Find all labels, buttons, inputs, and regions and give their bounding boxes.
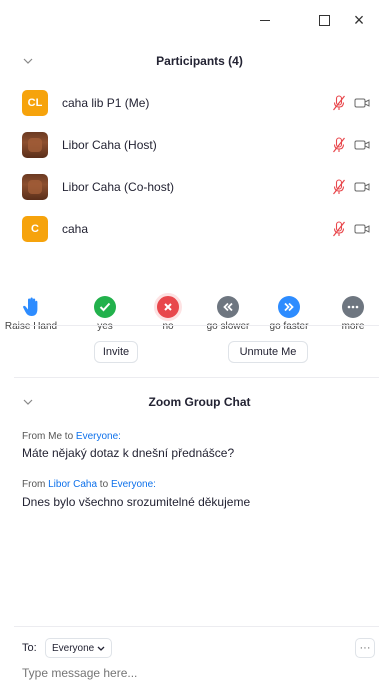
participant-row[interactable]: C caha xyxy=(0,208,379,250)
reaction-label: no xyxy=(162,321,174,332)
maximize-button[interactable] xyxy=(309,8,339,32)
to-label: To: xyxy=(22,642,37,654)
check-icon xyxy=(94,296,116,318)
chevron-down-icon xyxy=(97,646,105,651)
to-text: to xyxy=(62,431,76,442)
recipient-dropdown[interactable]: Everyone xyxy=(45,638,113,658)
recipient-value: Everyone xyxy=(52,642,95,654)
participants-header: Participants (4) xyxy=(0,47,379,75)
message-text: Dnes bylo všechno srozumitelné děkujeme xyxy=(22,495,251,509)
close-button[interactable]: × xyxy=(344,8,374,32)
sender-link[interactable]: Libor Caha xyxy=(48,479,97,490)
fast-forward-icon xyxy=(278,296,300,318)
invite-button[interactable]: Invite xyxy=(94,341,138,363)
message-from: From Libor Caha to Everyone: xyxy=(22,479,156,490)
muted-mic-icon[interactable] xyxy=(332,221,346,237)
chat-recipient-row: To: Everyone ··· xyxy=(0,638,379,660)
collapse-participants-chevron-icon[interactable] xyxy=(22,55,34,67)
unmute-me-button[interactable]: Unmute Me xyxy=(228,341,308,363)
reaction-label: go faster xyxy=(269,321,309,332)
video-off-icon[interactable] xyxy=(354,181,370,193)
raise-hand-icon xyxy=(20,296,42,318)
video-off-icon[interactable] xyxy=(354,223,370,235)
more-reactions-button[interactable]: more xyxy=(322,296,379,332)
video-off-icon[interactable] xyxy=(354,139,370,151)
from-prefix: From xyxy=(22,479,49,490)
recipient-link[interactable]: Everyone: xyxy=(76,431,121,442)
go-slower-button[interactable]: go slower xyxy=(197,296,259,332)
chat-title: Zoom Group Chat xyxy=(148,395,251,409)
yes-button[interactable]: yes xyxy=(74,296,136,332)
minimize-button[interactable] xyxy=(250,8,280,32)
participants-title: Participants (4) xyxy=(156,54,243,68)
sender-name: Me xyxy=(48,431,63,442)
participant-name: Libor Caha (Host) xyxy=(62,138,157,152)
go-faster-button[interactable]: go faster xyxy=(258,296,320,332)
participant-row[interactable]: Libor Caha (Host) xyxy=(0,124,379,166)
participant-row[interactable]: Libor Caha (Co-host) xyxy=(0,166,379,208)
no-button[interactable]: no xyxy=(137,293,199,332)
divider xyxy=(14,377,379,378)
message-from: From Me to Everyone: xyxy=(22,431,121,442)
raise-hand-button[interactable]: Raise Hand xyxy=(0,296,62,332)
divider xyxy=(14,325,379,326)
title-bar: × xyxy=(0,0,379,40)
message-text: Máte nějaký dotaz k dnešní přednášce? xyxy=(22,446,235,460)
muted-mic-icon[interactable] xyxy=(332,179,346,195)
message-input[interactable] xyxy=(22,666,352,680)
participant-name: caha lib P1 (Me) xyxy=(62,96,150,110)
participant-name: caha xyxy=(62,222,89,236)
from-prefix: From xyxy=(22,431,49,442)
cross-icon xyxy=(154,293,182,321)
muted-mic-icon[interactable] xyxy=(332,137,346,153)
participant-row[interactable]: CL caha lib P1 (Me) xyxy=(0,82,379,124)
more-icon xyxy=(342,296,364,318)
chat-header: Zoom Group Chat xyxy=(0,388,379,416)
collapse-chat-chevron-icon[interactable] xyxy=(22,396,34,408)
reaction-label: go slower xyxy=(206,321,250,332)
divider xyxy=(14,626,379,627)
video-off-icon[interactable] xyxy=(354,97,370,109)
reaction-label: Raise Hand xyxy=(4,321,58,332)
reactions-bar: Raise Hand yes no go slower go faster mo… xyxy=(0,293,379,332)
reaction-label: more xyxy=(341,321,365,332)
to-text: to xyxy=(97,479,111,490)
participant-name: Libor Caha (Co-host) xyxy=(62,180,175,194)
rewind-icon xyxy=(217,296,239,318)
reaction-label: yes xyxy=(97,321,113,332)
chat-more-button[interactable]: ··· xyxy=(355,638,375,658)
recipient-link[interactable]: Everyone: xyxy=(111,479,156,490)
avatar xyxy=(22,132,48,158)
avatar: C xyxy=(22,216,48,242)
muted-mic-icon[interactable] xyxy=(332,95,346,111)
close-icon: × xyxy=(353,10,365,30)
avatar: CL xyxy=(22,90,48,116)
avatar xyxy=(22,174,48,200)
